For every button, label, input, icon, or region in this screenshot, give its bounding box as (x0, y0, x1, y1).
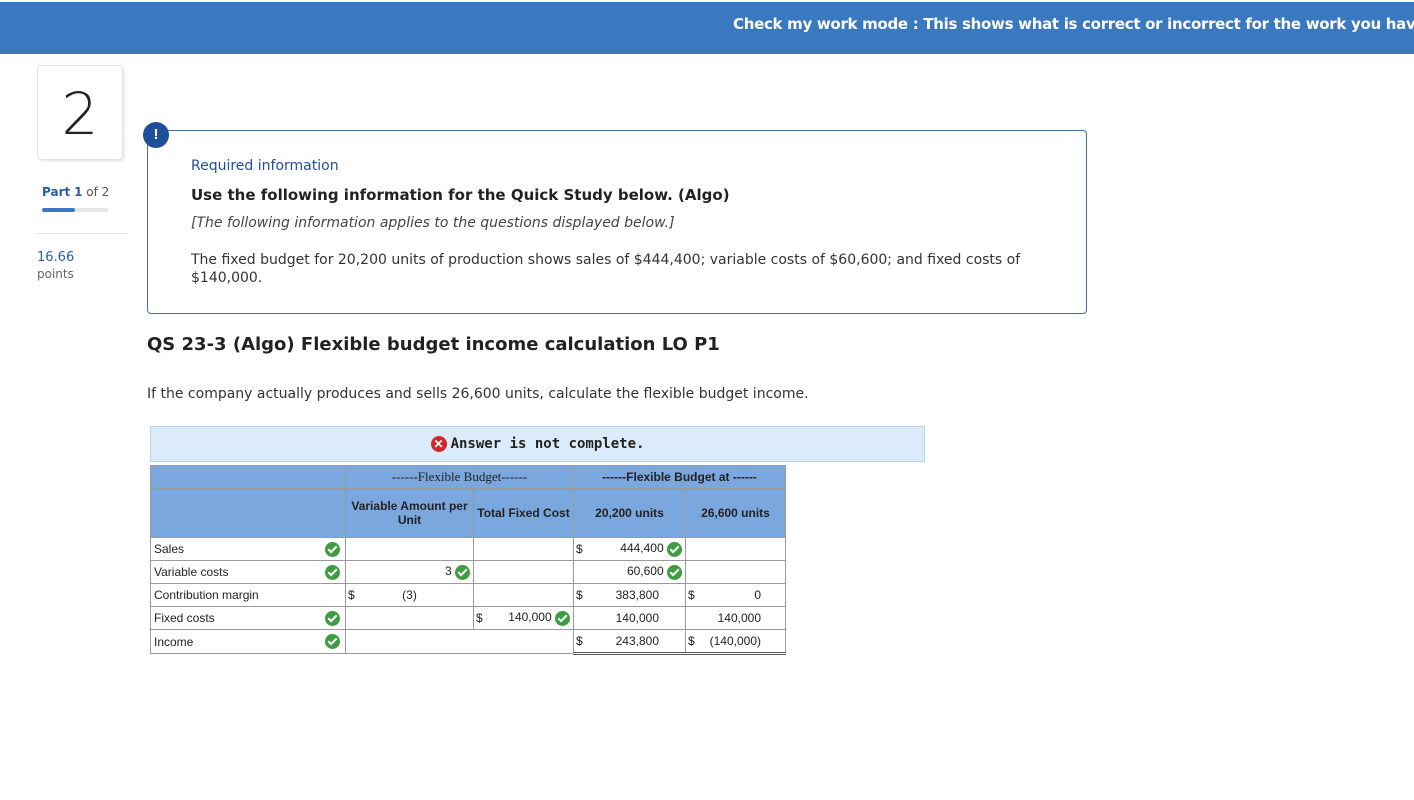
answer-status-text: Answer is not complete. (450, 436, 645, 452)
contribution-variable-cell: $ (3) (345, 583, 474, 607)
part-current: 1 (74, 185, 83, 199)
answer-status-bar: ✕ Answer is not complete. (150, 426, 925, 462)
sales-fb2-input[interactable] (685, 537, 786, 561)
check-icon (455, 564, 470, 580)
question-title: QS 23-3 (Algo) Flexible budget income ca… (147, 334, 720, 355)
header-flexible-budget: ------Flexible Budget------ (345, 465, 574, 489)
table-row: Fixed costs $140,000 140,000 140,000 (150, 606, 786, 630)
flexible-budget-table: ------Flexible Budget------ ------Flexib… (150, 465, 786, 655)
part-progress-bar (42, 208, 108, 212)
required-information-box: Required information Use the following i… (147, 130, 1087, 314)
check-icon (667, 564, 682, 580)
check-icon (320, 560, 346, 584)
check-icon (320, 606, 346, 630)
row-label-variable-costs: Variable costs (150, 560, 321, 584)
fixed-total-input[interactable]: $140,000 (473, 606, 574, 630)
table-row: Variable costs 3 60,600 (150, 560, 786, 584)
question-number: 2 (61, 80, 99, 148)
income-fb1-cell: $243,800 (573, 629, 686, 655)
sales-fb1-input[interactable]: $444,400 (573, 537, 686, 561)
question-number-card[interactable]: 2 (37, 65, 123, 160)
table-row: Income $243,800 $ (140,000) (150, 629, 786, 655)
income-fb2-cell: $ (140,000) (685, 629, 786, 655)
table-row: Contribution margin $ (3) $383,800 $0 (150, 583, 786, 607)
row-label-income: Income (150, 629, 321, 654)
error-icon: ✕ (430, 436, 447, 452)
applies-note: [The following information applies to th… (191, 215, 675, 231)
points-label: points (37, 267, 74, 281)
use-following-heading: Use the following information for the Qu… (191, 186, 730, 204)
info-body: The fixed budget for 20,200 units of pro… (191, 252, 1021, 286)
header-units-2: 26,600 units (685, 488, 786, 538)
points-display: 16.66 points (37, 250, 74, 282)
check-my-work-banner: Check my work mode : This shows what is … (733, 15, 1414, 33)
header-blank-2 (150, 488, 346, 538)
variable-cost-per-unit-input[interactable]: 3 (345, 560, 474, 584)
header-blank (150, 465, 346, 489)
check-icon (667, 541, 682, 557)
variable-fb2-input[interactable] (685, 560, 786, 584)
sidebar-divider (37, 233, 127, 234)
sales-variable-input[interactable] (345, 537, 474, 561)
header-variable-amount: Variable Amount per Unit (345, 488, 474, 538)
check-icon (320, 537, 346, 561)
fixed-variable-input[interactable] (345, 606, 474, 630)
header-total-fixed-cost: Total Fixed Cost (473, 488, 574, 538)
row-label-sales: Sales (150, 537, 321, 561)
row-label-fixed-costs: Fixed costs (150, 606, 321, 630)
variable-fixed-input[interactable] (473, 560, 574, 584)
part-label: Part (42, 185, 71, 199)
row-label-contribution-margin: Contribution margin (150, 583, 346, 607)
check-icon (555, 610, 570, 626)
points-value: 16.66 (37, 250, 75, 265)
table-row: Sales $444,400 (150, 537, 786, 561)
part-of: of 2 (86, 185, 110, 199)
alert-icon: ! (143, 122, 169, 148)
income-blank-cell (345, 629, 574, 654)
part-indicator: Part 1 of 2 (42, 185, 109, 199)
sales-fixed-input[interactable] (473, 537, 574, 561)
contribution-fb1-cell: $383,800 (573, 583, 686, 607)
top-bar: Check my work mode : This shows what is … (0, 2, 1414, 54)
required-information-title: Required information (191, 158, 339, 174)
contribution-fb2-cell: $0 (685, 583, 786, 607)
contribution-fixed-cell (473, 583, 574, 607)
check-icon (320, 629, 346, 654)
fixed-fb1-cell: 140,000 (573, 606, 686, 630)
header-units-1: 20,200 units (573, 488, 686, 538)
variable-fb1-input[interactable]: 60,600 (573, 560, 686, 584)
fixed-fb2-cell: 140,000 (685, 606, 786, 630)
question-prompt: If the company actually produces and sel… (147, 386, 809, 402)
header-flexible-budget-at: ------Flexible Budget at ------ (573, 465, 786, 489)
part-progress-fill (42, 208, 75, 212)
